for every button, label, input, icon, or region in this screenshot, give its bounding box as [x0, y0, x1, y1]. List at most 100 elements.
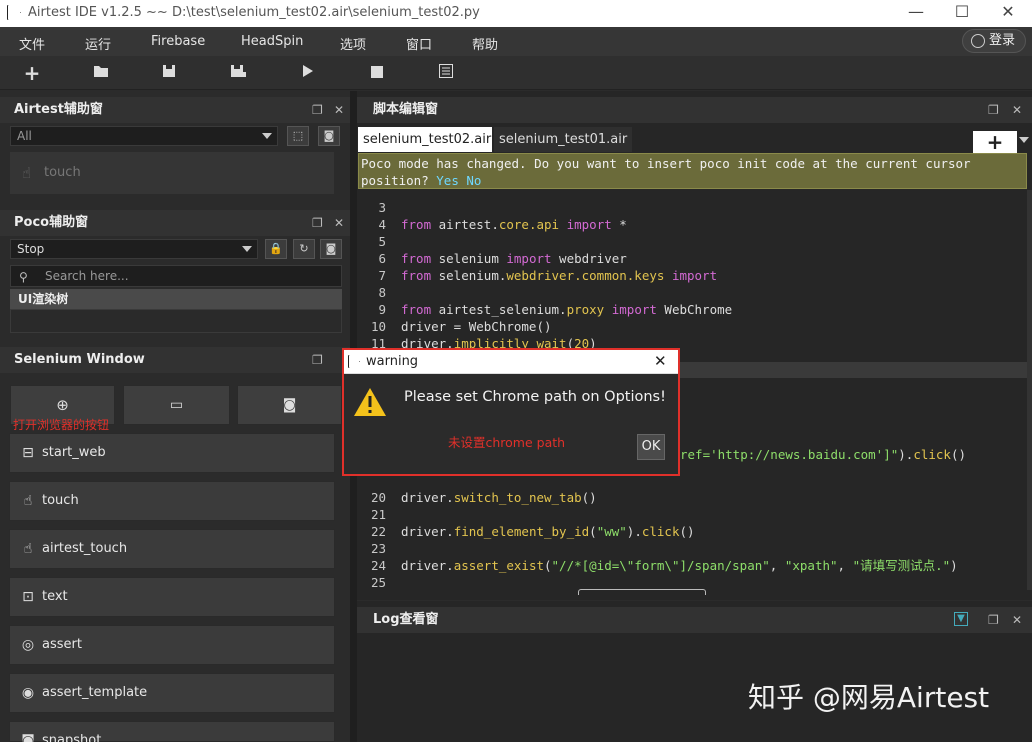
menu-options[interactable]: 选项 — [340, 34, 366, 53]
save-as-icon[interactable] — [227, 62, 249, 84]
log-panel-header: Log查看窗 ▼ ❐ ✕ — [357, 607, 1032, 633]
code-line[interactable]: 21 — [358, 506, 401, 523]
code-token: from — [401, 302, 432, 317]
code-line[interactable]: 25 — [358, 574, 401, 591]
code-line[interactable]: 3 — [358, 199, 401, 216]
close-panel-icon[interactable]: ✕ — [1012, 607, 1022, 633]
editor-scrollbar[interactable] — [1027, 190, 1032, 590]
notice-yes-link[interactable]: Yes — [436, 173, 459, 188]
close-panel-icon[interactable]: ✕ — [334, 97, 344, 123]
editor-h-scrollbar[interactable] — [578, 589, 706, 595]
selenium-panel-title: Selenium Window — [14, 352, 145, 367]
notice-no-link[interactable]: No — [466, 173, 481, 188]
lock-icon[interactable]: 🔒 — [265, 239, 287, 259]
code-line[interactable]: 7 from selenium.webdriver.common.keys imp… — [358, 267, 717, 284]
text-button[interactable]: ⊡ text — [9, 577, 335, 617]
airtest-filter-select[interactable]: All — [10, 126, 278, 146]
float-panel-icon[interactable]: ❐ — [988, 607, 999, 633]
poco-mode-value: Stop — [17, 242, 45, 256]
tab-menu-chevron-icon[interactable] — [1019, 137, 1029, 143]
log-view-icon[interactable] — [435, 62, 457, 84]
menu-file[interactable]: 文件 — [19, 34, 45, 53]
dialog-close-icon[interactable]: ✕ — [654, 352, 667, 370]
poco-panel-title: Poco辅助窗 — [14, 215, 89, 230]
ui-tree-root[interactable]: UI渲染树 — [10, 289, 342, 309]
tab-label: selenium_test01.air — [499, 132, 628, 147]
login-button[interactable]: 登录 — [962, 29, 1026, 53]
poco-notice-bar: Poco mode has changed. Do you want to in… — [358, 153, 1027, 189]
airtest-touch-button[interactable]: ☝ airtest_touch — [9, 529, 335, 569]
float-panel-icon[interactable]: ❐ — [988, 97, 999, 123]
ok-button[interactable]: OK — [637, 434, 665, 460]
open-folder-icon[interactable] — [90, 62, 112, 84]
float-panel-icon[interactable]: ❐ — [312, 97, 323, 123]
login-label: 登录 — [989, 33, 1016, 48]
code-line-fragment[interactable]: ref='http://news.baidu.com']").click() — [680, 446, 966, 463]
airtest-panel-title: Airtest辅助窗 — [14, 102, 103, 117]
line-number: 23 — [370, 541, 386, 556]
refresh-icon[interactable]: ↻ — [293, 239, 315, 259]
screenshot-icon[interactable]: ⬚ — [287, 126, 309, 146]
poco-search-input[interactable]: ⚲ Search here... — [10, 265, 342, 287]
code-line[interactable]: 6 from selenium import webdriver — [358, 250, 626, 267]
search-icon: ⚲ — [19, 270, 28, 284]
menu-run[interactable]: 运行 — [85, 34, 111, 53]
menu-firebase[interactable]: Firebase — [151, 34, 205, 49]
new-file-icon[interactable]: + — [21, 62, 43, 84]
camera-icon[interactable]: ◙ — [320, 239, 342, 259]
line-number: 21 — [370, 507, 386, 522]
connect-browser-button[interactable]: ▭ — [123, 385, 230, 425]
code-token: switch_to_new_tab — [453, 490, 582, 505]
code-line[interactable]: 20 driver.switch_to_new_tab() — [358, 489, 597, 506]
tab-selenium-test01[interactable]: selenium_test01.air ✕ — [494, 127, 632, 172]
start-web-button[interactable]: ⊟ start_web — [9, 433, 335, 473]
code-line[interactable]: 5 — [358, 233, 401, 250]
close-window-button[interactable]: ✕ — [988, 2, 1028, 24]
assert-template-button[interactable]: ◉ assert_template — [9, 673, 335, 713]
dialog-message: Please set Chrome path on Options! — [404, 389, 666, 405]
browser-window-icon: ⊟ — [22, 445, 34, 461]
code-token: airtest_selenium. — [431, 302, 567, 317]
maximize-button[interactable]: ☐ — [942, 2, 982, 24]
code-token: import — [671, 268, 718, 283]
line-number: 4 — [378, 217, 386, 232]
close-panel-icon[interactable]: ✕ — [334, 210, 344, 236]
open-browser-annotation: 打开浏览器的按钮 — [13, 418, 110, 432]
code-line[interactable]: 10 driver = WebChrome() — [358, 318, 552, 335]
tab-selenium-test02[interactable]: selenium_test02.air ✕ — [358, 127, 492, 172]
hand-icon: ☝ — [23, 493, 33, 509]
code-token: * — [611, 217, 627, 232]
filter-icon[interactable]: ▼ — [954, 612, 968, 626]
minimize-button[interactable]: — — [896, 2, 936, 24]
float-panel-icon[interactable]: ❐ — [312, 347, 323, 373]
code-line[interactable]: 24 driver.assert_exist("//*[@id=\"form\"]… — [358, 557, 958, 574]
run-icon[interactable] — [297, 62, 319, 84]
menu-headspin[interactable]: HeadSpin — [241, 34, 303, 49]
code-line[interactable]: 22 driver.find_element_by_id("ww").click(… — [358, 523, 695, 540]
stop-icon[interactable] — [366, 62, 388, 84]
code-line[interactable]: 9 from airtest_selenium.proxy import WebC… — [358, 301, 732, 318]
assert-button[interactable]: ◎ assert — [9, 625, 335, 665]
airtest-touch-item[interactable]: ☝ touch — [10, 152, 334, 194]
dialog-body: Please set Chrome path on Options! 未设置ch… — [344, 374, 678, 474]
selenium-panel-header: Selenium Window ❐ — [0, 347, 350, 373]
menu-help[interactable]: 帮助 — [472, 34, 498, 53]
code-line[interactable]: 4 from airtest.core.api import * — [358, 216, 627, 233]
close-panel-icon[interactable]: ✕ — [1012, 97, 1022, 123]
touch-button[interactable]: ☝ touch — [9, 481, 335, 521]
add-tab-button[interactable]: + — [973, 131, 1017, 153]
menu-window[interactable]: 窗口 — [406, 34, 432, 53]
code-line[interactable]: 8 — [358, 284, 401, 301]
snapshot-button[interactable]: ◙ snapshot — [9, 721, 335, 742]
text-label: text — [42, 589, 68, 604]
camera-icon[interactable]: ◙ — [318, 126, 340, 146]
record-button[interactable]: ◙ — [237, 385, 342, 425]
float-panel-icon[interactable]: ❐ — [312, 210, 323, 236]
save-icon[interactable] — [158, 62, 180, 84]
code-line[interactable]: 23 — [358, 540, 401, 557]
poco-mode-select[interactable]: Stop — [10, 239, 258, 259]
code-token: () — [581, 490, 597, 505]
line-number: 7 — [378, 268, 386, 283]
